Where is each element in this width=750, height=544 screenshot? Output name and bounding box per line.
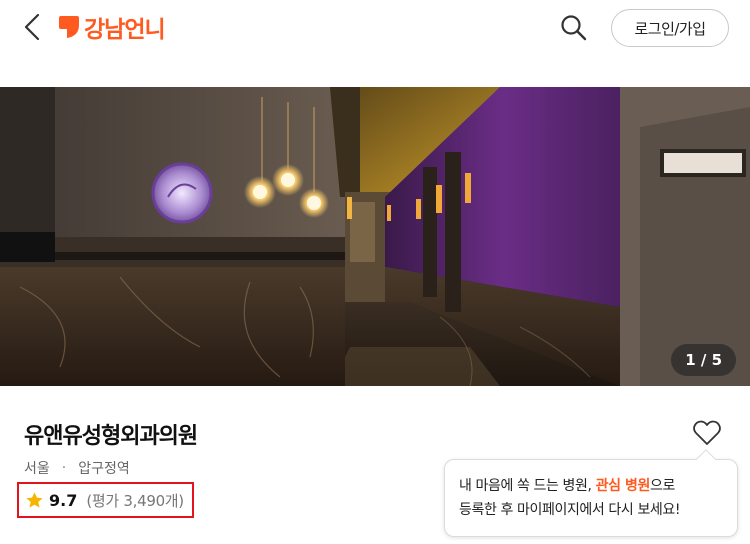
- hospital-lobby-photo: [0, 87, 750, 386]
- clinic-name: 유앤유성형외과의원: [24, 424, 198, 449]
- subway-station-label: 압구정역: [78, 461, 130, 477]
- tooltip-line-1: 내 마음에 쏙 드는 병원, 관심 병원으로: [459, 474, 727, 498]
- top-nav-bar: 강남언니 로그인/가입: [0, 0, 750, 56]
- logo-text: 강남언니: [84, 17, 166, 43]
- favorite-button[interactable]: [692, 419, 722, 447]
- favorite-tooltip: 내 마음에 쏙 드는 병원, 관심 병원으로 등록한 후 마이페이지에서 다시 …: [444, 449, 738, 537]
- carousel-page-counter: 1 / 5: [671, 344, 736, 376]
- rating-summary[interactable]: 9.7 (평가 3,490개): [17, 482, 194, 518]
- search-button[interactable]: [558, 12, 590, 44]
- location-separator: ·: [61, 460, 67, 476]
- logo[interactable]: 강남언니: [58, 11, 166, 43]
- tooltip-highlight: 관심 병원: [595, 478, 651, 494]
- tooltip-text: 내 마음에 쏙 드는 병원,: [459, 478, 596, 494]
- tooltip-arrow: [696, 449, 716, 469]
- star-icon: [26, 491, 43, 508]
- review-count: (평가 3,490개): [86, 491, 184, 510]
- hospital-photo-carousel[interactable]: 1 / 5: [0, 87, 750, 386]
- heart-outline-icon: [693, 420, 721, 445]
- login-signup-button[interactable]: 로그인/가입: [611, 9, 729, 47]
- clinic-location: 서울 · 압구정역: [24, 458, 130, 478]
- search-icon: [561, 15, 587, 41]
- back-button[interactable]: [20, 12, 46, 42]
- tooltip-text: 으로: [650, 478, 675, 494]
- chevron-left-icon: [24, 13, 40, 41]
- rating-score: 9.7: [49, 490, 78, 510]
- region-label: 서울: [24, 461, 50, 477]
- tooltip-line-2: 등록한 후 마이페이지에서 다시 보세요!: [459, 502, 681, 518]
- logo-mark-icon: [59, 16, 79, 38]
